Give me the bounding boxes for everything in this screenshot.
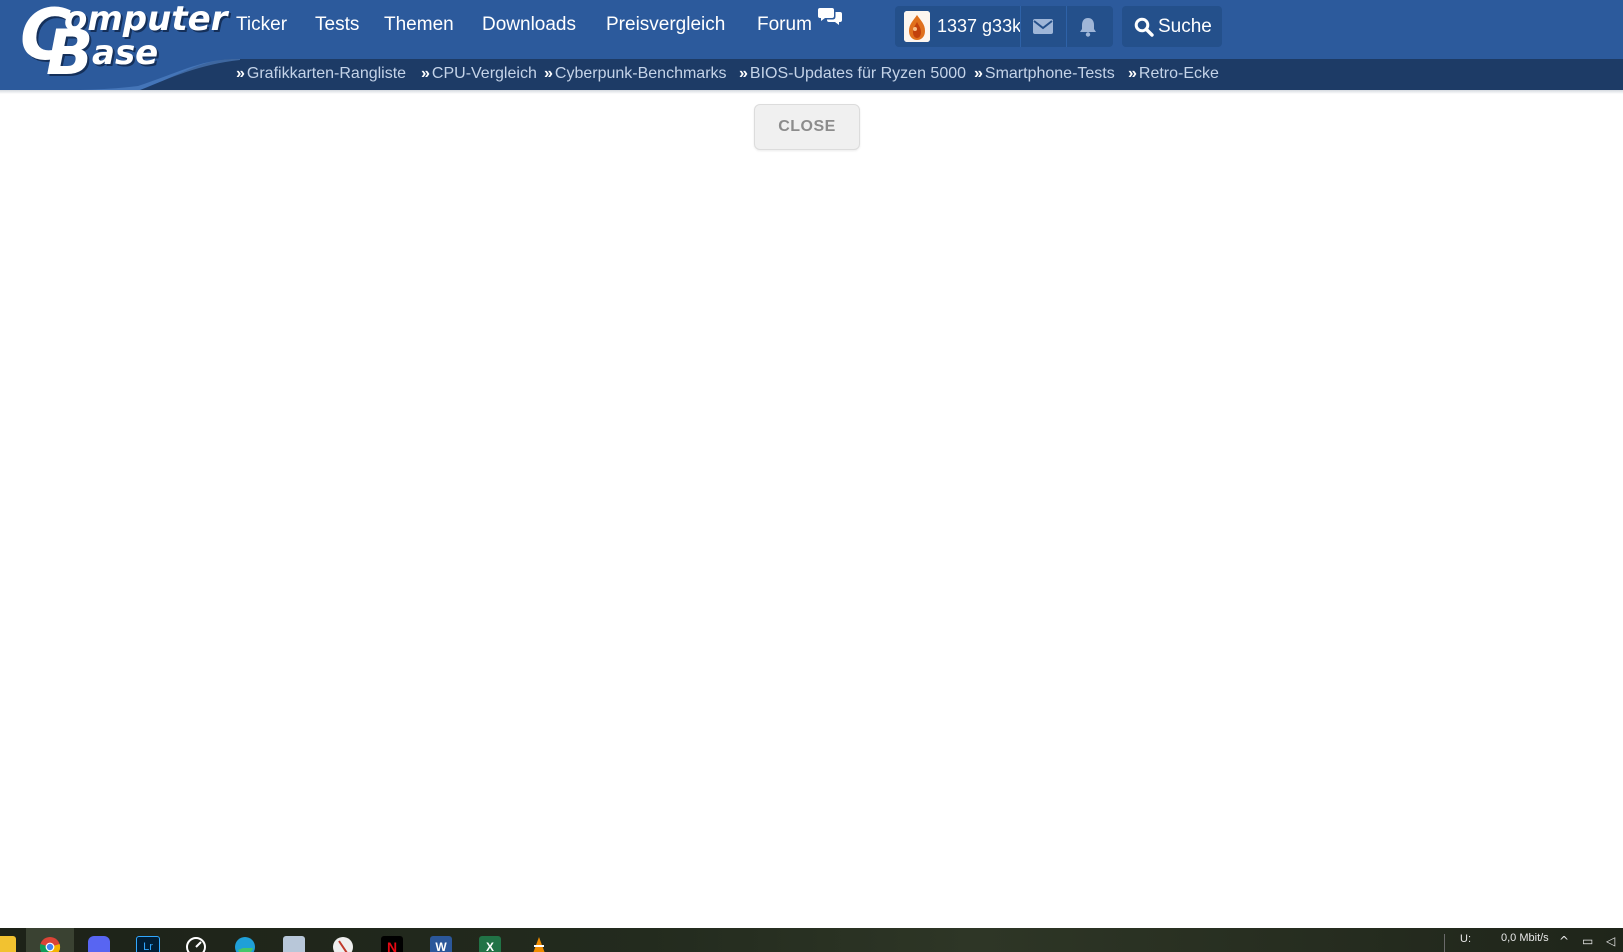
quick-link-label: Cyberpunk-Benchmarks xyxy=(554,65,727,82)
close-button[interactable]: CLOSE xyxy=(754,104,860,150)
nav-preisvergleich[interactable]: Preisvergleich xyxy=(606,12,725,38)
header-shadow xyxy=(0,90,1623,94)
nav-ticker[interactable]: Ticker xyxy=(236,12,287,38)
network-upload-label: U: xyxy=(1460,933,1471,945)
quick-link-grafikkarten-rangliste[interactable]: » Grafikkarten-Rangliste xyxy=(236,63,406,85)
excel-icon[interactable]: X xyxy=(479,936,501,952)
nav-downloads[interactable]: Downloads xyxy=(482,12,576,38)
quick-link-label: CPU-Vergleich xyxy=(431,65,537,82)
search-label: Suche xyxy=(1158,16,1212,37)
vlc-icon[interactable] xyxy=(528,936,550,952)
chrome-icon[interactable] xyxy=(39,936,61,952)
double-chevron-icon: » xyxy=(544,65,553,82)
user-menu: 1337 g33k xyxy=(895,6,1113,47)
double-chevron-icon: » xyxy=(421,65,430,82)
logo-text-ase: ase xyxy=(92,33,159,73)
mail-icon[interactable] xyxy=(1033,18,1053,35)
computerbase-logo[interactable]: C omputer B ase xyxy=(18,0,227,89)
search-icon xyxy=(1134,17,1154,37)
windows-taskbar: Lr N W X U: 0,0 Mbit/s ^ ▭ ◁ xyxy=(0,928,1623,952)
quick-link-label: Retro-Ecke xyxy=(1138,65,1219,82)
quick-link-smartphone-tests[interactable]: » Smartphone-Tests xyxy=(974,63,1115,85)
discord-icon[interactable] xyxy=(88,936,110,952)
file-explorer-icon[interactable] xyxy=(0,936,16,952)
quick-link-cyberpunk-benchmarks[interactable]: » Cyberpunk-Benchmarks xyxy=(544,63,727,85)
nav-forum[interactable]: Forum xyxy=(757,12,812,38)
double-chevron-icon: » xyxy=(739,65,748,82)
avatar[interactable] xyxy=(904,11,930,42)
chevron-up-icon[interactable]: ^ xyxy=(1559,934,1569,948)
network-icon[interactable]: ▭ xyxy=(1582,934,1593,948)
quick-link-label: Smartphone-Tests xyxy=(984,65,1115,82)
edge-icon[interactable] xyxy=(234,936,256,952)
network-speed-readout: 0,0 Mbit/s xyxy=(1501,932,1549,944)
quick-link-label: Grafikkarten-Rangliste xyxy=(246,65,407,82)
quick-link-cpu-vergleich[interactable]: » CPU-Vergleich xyxy=(421,63,537,85)
quick-link-label: BIOS-Updates für Ryzen 5000 xyxy=(749,65,967,82)
netflix-icon[interactable]: N xyxy=(381,936,403,952)
chat-bubbles-icon xyxy=(818,8,842,25)
volume-icon[interactable]: ◁ xyxy=(1606,934,1615,948)
avatar-image xyxy=(904,11,930,42)
nav-tests[interactable]: Tests xyxy=(315,12,359,38)
logo-letter-b: B xyxy=(46,16,94,89)
double-chevron-icon: » xyxy=(974,65,983,82)
search-button[interactable]: Suche xyxy=(1122,6,1222,47)
speedometer-app-icon[interactable] xyxy=(185,936,207,952)
username[interactable]: 1337 g33k xyxy=(937,6,1021,47)
lightroom-icon[interactable]: Lr xyxy=(136,936,160,952)
photos-icon[interactable] xyxy=(283,936,305,952)
double-chevron-icon: » xyxy=(236,65,245,82)
quick-link-bios-updates[interactable]: » BIOS-Updates für Ryzen 5000 xyxy=(739,63,966,85)
divider xyxy=(1066,6,1067,47)
compass-app-icon[interactable] xyxy=(332,936,354,952)
quick-link-retro-ecke[interactable]: » Retro-Ecke xyxy=(1128,63,1219,85)
tray-divider xyxy=(1444,934,1445,952)
word-icon[interactable]: W xyxy=(430,936,452,952)
nav-themen[interactable]: Themen xyxy=(384,12,454,38)
bell-icon[interactable] xyxy=(1079,17,1097,37)
site-header: C omputer B ase Ticker Tests Themen Down… xyxy=(0,0,1623,90)
divider xyxy=(1020,6,1021,47)
double-chevron-icon: » xyxy=(1128,65,1137,82)
